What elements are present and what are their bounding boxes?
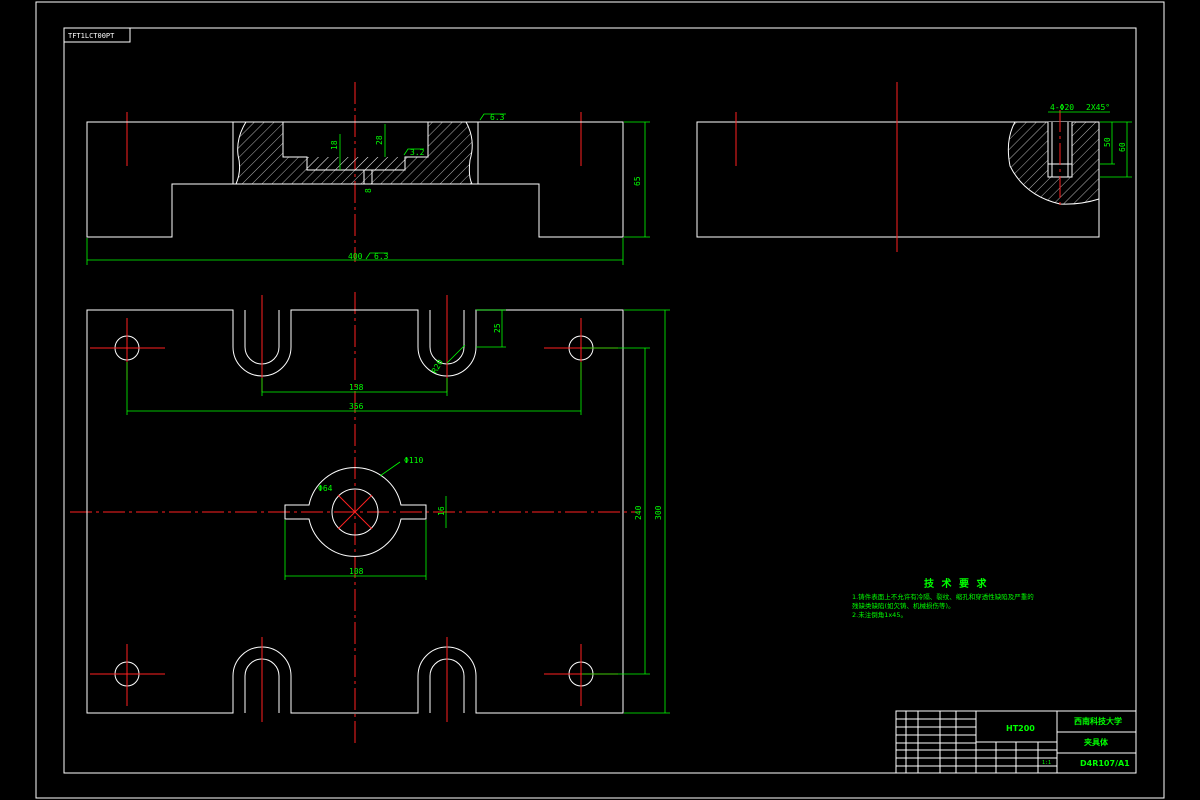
dim-side-a: 50 — [1103, 137, 1112, 147]
dim-overall-length: 400 — [348, 252, 363, 261]
dim-step-b: 28 — [375, 135, 384, 145]
dim-center-width: 108 — [349, 567, 364, 576]
title-part-name: 夹具体 — [1084, 737, 1109, 747]
drawing-code: TFT1LCT00PT — [68, 32, 115, 40]
dim-chamfer: 2X45° — [1086, 103, 1110, 112]
roughness-2: 3.2 — [410, 148, 425, 157]
dim-hole-side: 4-Φ20 — [1050, 103, 1074, 112]
dim-side-b: 60 — [1118, 142, 1127, 152]
notes-line-1: 1.铸件表面上不允许有冷隔、裂纹、缩孔和穿透性缺陷及严重的 — [852, 592, 1034, 601]
dim-small-h: 8 — [364, 188, 373, 193]
drawing-canvas: TFT1LCT00PT 400 65 28 18 8 6.3 6.3 3.2 4… — [35, 1, 1165, 799]
technical-requirements: 技 术 要 求 1.铸件表面上不允许有冷隔、裂纹、缩孔和穿透性缺陷及严重的 残缺… — [852, 577, 1034, 619]
dim-key-width: 16 — [437, 506, 446, 516]
title-school: 西南科技大学 — [1074, 716, 1122, 726]
front-view: 400 65 28 18 8 6.3 6.3 3.2 — [86, 82, 650, 265]
dim-slot-radius: R20 — [430, 358, 445, 375]
inner-frame — [63, 27, 1137, 774]
notes-line-3: 2.未注倒角1x45。 — [852, 610, 907, 619]
notes-heading: 技 术 要 求 — [924, 577, 988, 590]
roughness-1: 6.3 — [490, 113, 505, 122]
side-view: 4-Φ20 2X45° 50 60 — [696, 82, 1132, 252]
outer-frame — [35, 1, 1165, 799]
dim-small-dia: Φ64 — [318, 484, 333, 493]
dim-plate-width-inner: 240 — [634, 505, 643, 520]
title-block: HT200 西南科技大学 夹具体 D4R107/A1 1:1 — [895, 710, 1137, 774]
dim-hole-spacing: 356 — [349, 402, 364, 411]
dim-large-dia: Φ110 — [404, 456, 423, 465]
roughness-3: 6.3 — [374, 252, 389, 261]
title-scale: 1:1 — [1042, 760, 1051, 766]
dim-slot-depth: 25 — [493, 323, 502, 333]
top-view: 138 356 25 R20 108 Φ110 Φ64 16 240 300 — [70, 292, 670, 745]
dim-slot-spacing: 138 — [349, 383, 364, 392]
title-material: HT200 — [1006, 724, 1035, 733]
title-drawing-no: D4R107/A1 — [1080, 759, 1130, 768]
dim-step-a: 18 — [330, 140, 339, 150]
dim-height: 65 — [633, 176, 642, 186]
notes-line-2: 残缺类缺陷(如欠铸、机械损伤等)。 — [852, 601, 955, 610]
dim-plate-width: 300 — [654, 505, 663, 520]
